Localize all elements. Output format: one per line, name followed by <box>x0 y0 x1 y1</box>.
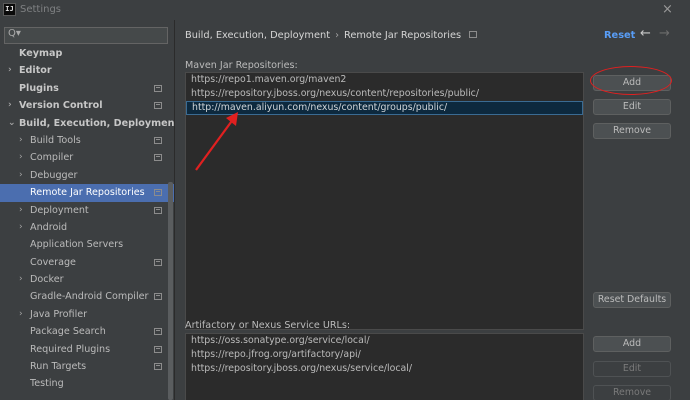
chevron-right-icon[interactable]: › <box>19 202 23 219</box>
sidebar-item-label: Debugger <box>30 169 78 181</box>
settings-search-box[interactable]: Q▾ <box>4 27 168 44</box>
reset-defaults-button[interactable]: Reset Defaults <box>593 292 671 308</box>
sidebar-item-label: Java Profiler <box>30 308 88 320</box>
maven-repositories-label: Maven Jar Repositories: <box>185 60 298 71</box>
breadcrumb-item-remote-jar: Remote Jar Repositories <box>343 30 462 41</box>
sidebar-item-testing[interactable]: Testing <box>0 375 174 392</box>
maven-add-button[interactable]: Add <box>593 75 671 91</box>
sidebar-item-label: Build, Execution, Deployment <box>19 117 174 129</box>
settings-sidebar: Q▾ Keymap › Editor Plugins › Version Control ⌄… <box>0 20 174 400</box>
sidebar-item-editor[interactable]: › Editor <box>0 62 174 79</box>
sidebar-item-gradle-android-compiler[interactable]: Gradle-Android Compiler <box>0 288 174 305</box>
artifactory-url-item[interactable]: https://oss.sonatype.org/service/local/ <box>186 334 583 348</box>
sidebar-item-required-plugins[interactable]: Required Plugins <box>0 341 174 358</box>
project-scope-icon <box>154 189 162 197</box>
maven-edit-button[interactable]: Edit <box>593 99 671 115</box>
settings-search-input[interactable] <box>25 29 165 42</box>
sidebar-item-label: Coverage <box>30 256 76 268</box>
sidebar-item-build-tools[interactable]: › Build Tools <box>0 132 174 149</box>
sidebar-item-label: Editor <box>19 65 52 77</box>
project-scope-icon <box>154 84 162 92</box>
sidebar-item-label: Plugins <box>19 82 59 94</box>
chevron-right-icon[interactable]: › <box>19 271 23 288</box>
sidebar-item-label: Gradle-Android Compiler <box>30 291 149 303</box>
sidebar-item-label: Package Search <box>30 326 106 338</box>
project-scope-icon <box>154 328 162 336</box>
sidebar-item-deployment[interactable]: › Deployment <box>0 202 174 219</box>
project-scope-icon <box>154 363 162 371</box>
sidebar-item-package-search[interactable]: Package Search <box>0 323 174 340</box>
artifactory-url-item[interactable]: https://repo.jfrog.org/artifactory/api/ <box>186 348 583 362</box>
chevron-right-icon[interactable]: › <box>19 149 23 166</box>
sidebar-item-application-servers[interactable]: Application Servers <box>0 236 174 253</box>
maven-repo-item[interactable]: https://repository.jboss.org/nexus/conte… <box>186 87 583 101</box>
project-scope-icon <box>154 102 162 110</box>
back-arrow-icon[interactable]: ← <box>640 26 651 41</box>
project-scope-icon <box>154 154 162 162</box>
sidebar-item-label: Deployment <box>30 204 89 216</box>
artifactory-add-button[interactable]: Add <box>593 336 671 352</box>
project-scope-icon <box>469 31 478 38</box>
sidebar-item-coverage[interactable]: Coverage <box>0 254 174 271</box>
maven-repositories-list[interactable]: https://repo1.maven.org/maven2 https://r… <box>185 72 584 330</box>
sidebar-item-compiler[interactable]: › Compiler <box>0 149 174 166</box>
chevron-right-icon[interactable]: › <box>8 97 12 114</box>
settings-tree: Keymap › Editor Plugins › Version Control ⌄ Bui… <box>0 45 174 393</box>
sidebar-item-label: Application Servers <box>30 239 124 251</box>
sidebar-item-label: Keymap <box>19 48 63 59</box>
artifactory-urls-label: Artifactory or Nexus Service URLs: <box>185 320 351 331</box>
search-icon: Q▾ <box>8 28 21 39</box>
sidebar-item-label: Testing <box>30 378 64 390</box>
maven-repo-item[interactable]: https://repo1.maven.org/maven2 <box>186 73 583 87</box>
sidebar-item-java-profiler[interactable]: › Java Profiler <box>0 306 174 323</box>
forward-arrow-icon[interactable]: → <box>659 26 670 41</box>
artifactory-urls-list[interactable]: https://oss.sonatype.org/service/local/ … <box>185 333 584 400</box>
sidebar-item-label: Android <box>30 221 68 233</box>
chevron-right-icon[interactable]: › <box>19 219 23 236</box>
maven-remove-button[interactable]: Remove <box>593 123 671 139</box>
project-scope-icon <box>154 258 162 266</box>
sidebar-item-label: Build Tools <box>30 134 81 146</box>
sidebar-item-label: Compiler <box>30 152 74 164</box>
breadcrumb-item-build[interactable]: Build, Execution, Deployment <box>185 30 330 41</box>
sidebar-item-label: Docker <box>30 274 64 286</box>
window-title: Settings <box>20 4 62 15</box>
sidebar-item-label: Version Control <box>19 100 103 112</box>
artifactory-url-item[interactable]: https://repository.jboss.org/nexus/servi… <box>186 362 583 376</box>
artifactory-remove-button: Remove <box>593 385 671 400</box>
chevron-right-icon[interactable]: › <box>8 62 12 79</box>
sidebar-item-run-targets[interactable]: Run Targets <box>0 358 174 375</box>
intellij-logo-icon: IJ <box>3 3 16 16</box>
maven-repo-item-selected[interactable]: http://maven.aliyun.com/nexus/content/gr… <box>186 101 583 115</box>
close-icon[interactable]: × <box>662 2 673 17</box>
sidebar-item-plugins[interactable]: Plugins <box>0 80 174 97</box>
chevron-right-icon[interactable]: › <box>19 167 23 184</box>
sidebar-item-debugger[interactable]: › Debugger <box>0 167 174 184</box>
title-bar: IJ Settings × <box>0 0 690 20</box>
sidebar-item-remote-jar-repositories[interactable]: Remote Jar Repositories <box>0 184 174 202</box>
chevron-right-icon[interactable]: › <box>19 132 23 149</box>
project-scope-icon <box>154 206 162 214</box>
sidebar-item-version-control[interactable]: › Version Control <box>0 97 174 114</box>
settings-content: Build, Execution, Deployment › Remote Jar … <box>175 20 690 400</box>
sidebar-item-label: Required Plugins <box>30 343 111 355</box>
project-scope-icon <box>154 136 162 144</box>
project-scope-icon <box>154 345 162 353</box>
sidebar-item-build-execution-deployment[interactable]: ⌄ Build, Execution, Deployment <box>0 115 174 132</box>
reset-link[interactable]: Reset <box>604 30 635 41</box>
sidebar-item-label: Run Targets <box>30 361 87 373</box>
project-scope-icon <box>154 293 162 301</box>
sidebar-scrollbar[interactable] <box>168 182 173 400</box>
sidebar-item-keymap[interactable]: Keymap <box>0 45 174 62</box>
sidebar-item-android[interactable]: › Android <box>0 219 174 236</box>
sidebar-item-docker[interactable]: › Docker <box>0 271 174 288</box>
sidebar-item-label: Remote Jar Repositories <box>30 187 145 199</box>
chevron-right-icon[interactable]: › <box>19 306 23 323</box>
breadcrumb: Build, Execution, Deployment › Remote Jar … <box>185 30 478 41</box>
breadcrumb-separator: › <box>335 30 339 41</box>
artifactory-edit-button: Edit <box>593 361 671 377</box>
chevron-down-icon[interactable]: ⌄ <box>8 115 16 132</box>
